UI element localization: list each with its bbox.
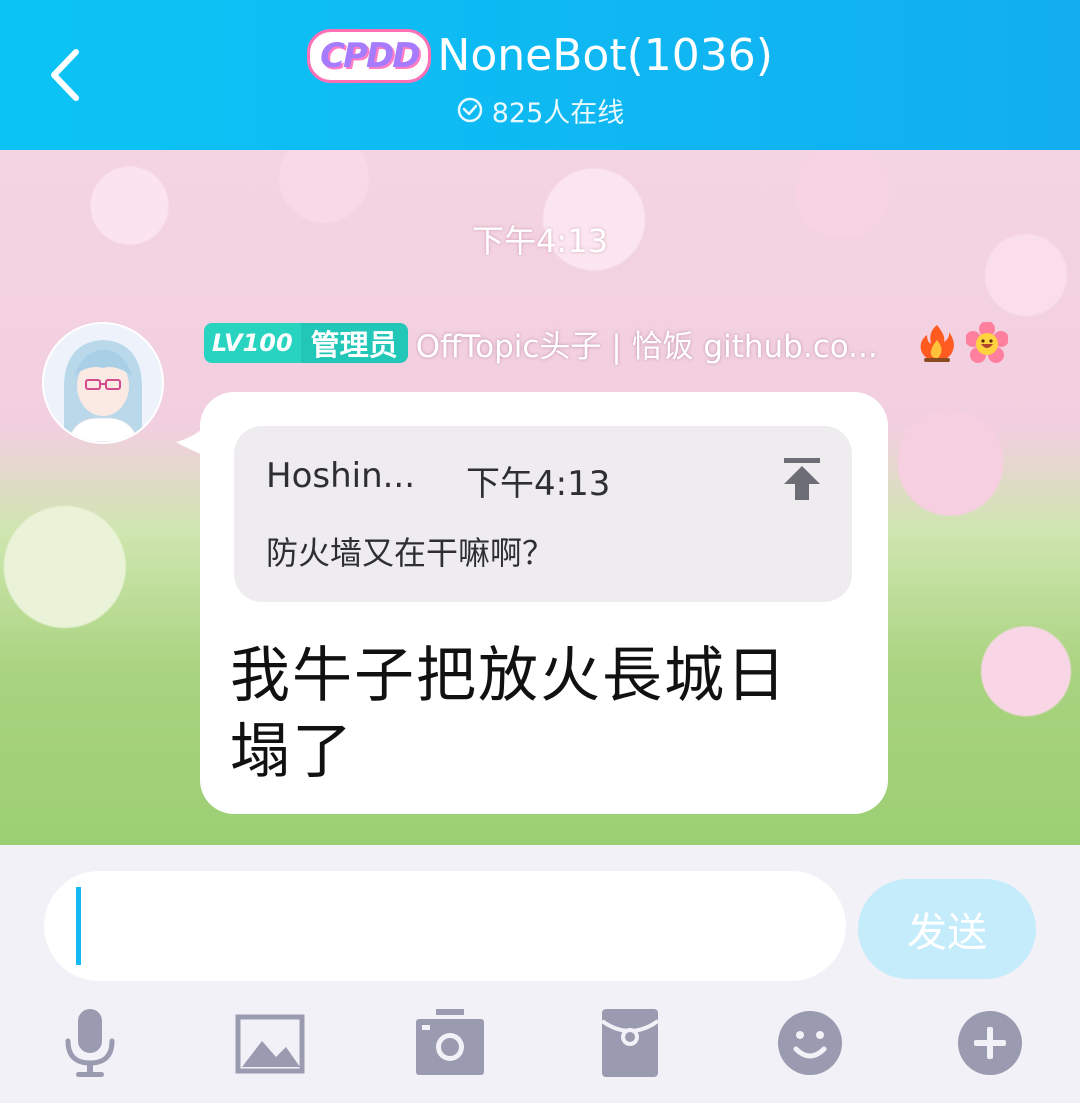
- level-badge: LV100: [204, 323, 301, 363]
- microphone-icon[interactable]: [54, 1007, 126, 1079]
- chat-area[interactable]: 下午4:13 LV100 管理员 OffTopic头子 | 恰饭 github.…: [0, 150, 1080, 845]
- check-circle-icon: [457, 97, 482, 123]
- message-bubble[interactable]: Hoshin... 下午4:13 防火墙又在干嘛啊？ 我牛子把放火長城日塌了: [176, 392, 888, 814]
- group-title[interactable]: NoneBot(1036): [437, 26, 772, 86]
- send-button[interactable]: 发送: [858, 879, 1036, 979]
- input-toolbar: [0, 1003, 1080, 1083]
- camera-icon[interactable]: [414, 1007, 486, 1079]
- quote-time: 下午4:13: [466, 464, 611, 504]
- cpdd-badge[interactable]: CPDD: [307, 29, 432, 83]
- image-icon[interactable]: [234, 1007, 306, 1079]
- chat-header: CPDD NoneBot(1036) 825人在线: [0, 0, 1080, 150]
- avatar[interactable]: [42, 322, 164, 444]
- bubble-tail: [176, 426, 206, 456]
- message-input[interactable]: [44, 871, 846, 981]
- role-badge: 管理员: [300, 323, 408, 363]
- quote-sender: Hoshin...: [266, 456, 416, 496]
- online-status[interactable]: 825人在线: [0, 90, 1080, 130]
- anime-avatar-image: [44, 324, 162, 442]
- quote-text: 防火墙又在干嘛啊？: [266, 534, 555, 572]
- text-caret: [76, 887, 81, 965]
- fire-emoji-icon: [920, 325, 954, 362]
- plus-icon[interactable]: [954, 1007, 1026, 1079]
- sender-row: LV100 管理员 OffTopic头子 | 恰饭 github.co...: [204, 321, 1008, 366]
- quoted-message[interactable]: Hoshin... 下午4:13 防火墙又在干嘛啊？: [234, 426, 852, 602]
- jump-to-top-icon[interactable]: [780, 456, 824, 502]
- emoji-icon[interactable]: [774, 1007, 846, 1079]
- message-time: 下午4:13: [472, 222, 608, 260]
- sender-name[interactable]: OffTopic头子 | 恰饭 github.co...: [416, 321, 908, 366]
- message-text: 我牛子把放火長城日塌了: [230, 641, 788, 787]
- title-row: CPDD NoneBot(1036): [0, 26, 1080, 86]
- online-count: 825人在线: [491, 97, 625, 129]
- red-packet-icon[interactable]: [594, 1007, 666, 1079]
- composer: 发送: [0, 845, 1080, 1103]
- smiley-flower-emoji-icon: [965, 322, 1008, 363]
